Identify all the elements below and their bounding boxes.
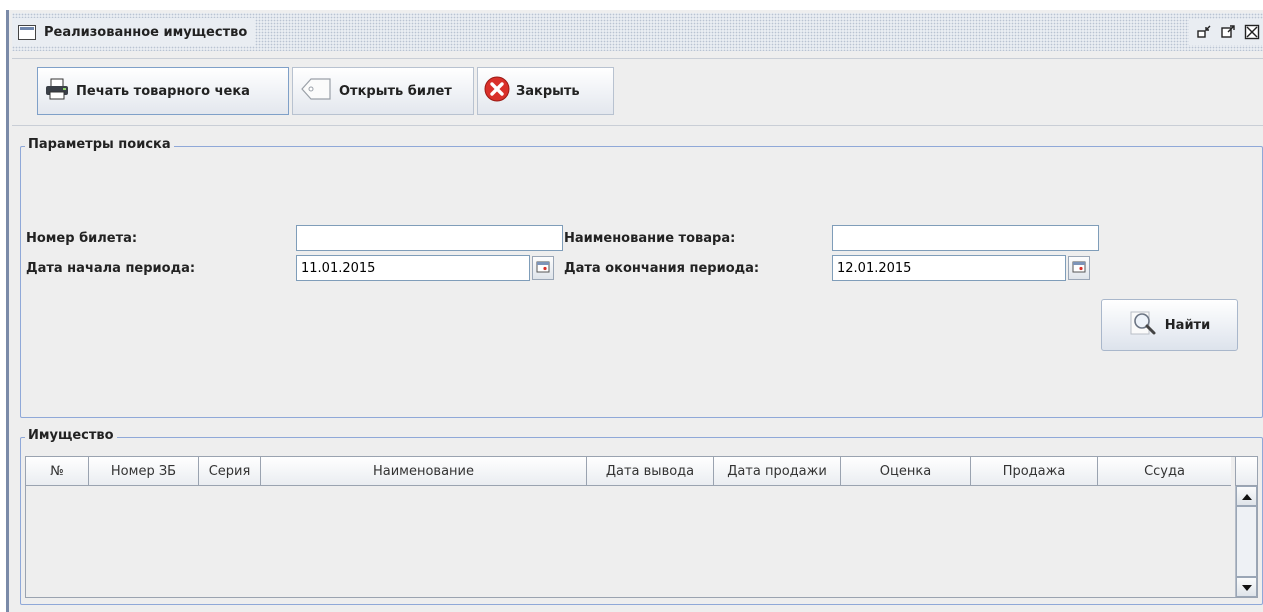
search-parameters-group: Параметры поиска [20, 137, 1263, 418]
scroll-down-button[interactable] [1236, 577, 1257, 597]
arrow-down-icon [1241, 580, 1252, 594]
start-date-field[interactable] [296, 255, 530, 281]
end-date-calendar-button[interactable] [1068, 256, 1090, 280]
start-date-label: Дата начала периода: [26, 261, 196, 276]
window-title: Реализованное имущество [44, 24, 248, 40]
end-date-field[interactable] [832, 255, 1066, 281]
open-ticket-button[interactable]: Открыть билет [292, 67, 474, 115]
find-label: Найти [1164, 317, 1211, 333]
close-button[interactable]: Закрыть [477, 67, 614, 115]
find-button[interactable]: Найти [1101, 299, 1238, 351]
close-icon[interactable] [1243, 23, 1261, 41]
print-receipt-label: Печать товарного чека [76, 83, 250, 99]
minimize-icon[interactable] [1195, 23, 1213, 41]
print-receipt-button[interactable]: Печать товарного чека [37, 67, 289, 115]
maximize-icon[interactable] [1219, 23, 1237, 41]
item-name-label: Наименование товара: [564, 231, 736, 246]
search-group-title: Параметры поиска [25, 137, 174, 152]
column-header-ticket-number[interactable]: Номер ЗБ [89, 457, 199, 485]
calendar-icon [536, 261, 550, 276]
column-header-withdrawal-date[interactable]: Дата вывода [587, 457, 714, 485]
scroll-thumb[interactable] [1236, 506, 1257, 577]
table-header-corner [1235, 457, 1257, 486]
column-header-series[interactable]: Серия [199, 457, 261, 485]
ticket-tag-icon [299, 76, 333, 106]
start-date-calendar-button[interactable] [532, 256, 554, 280]
vertical-scrollbar[interactable] [1235, 486, 1257, 597]
arrow-up-icon [1241, 489, 1252, 503]
column-header-name[interactable]: Наименование [261, 457, 587, 485]
calendar-icon [1072, 261, 1086, 276]
ticket-number-label: Номер билета: [26, 231, 138, 246]
item-name-field[interactable] [832, 225, 1099, 251]
ticket-number-field[interactable] [296, 225, 563, 251]
column-header-number[interactable]: № [26, 457, 89, 485]
property-group-title: Имущество [25, 428, 117, 443]
close-red-icon [484, 76, 510, 106]
end-date-label: Дата окончания периода: [564, 261, 760, 276]
title-bar[interactable]: Реализованное имущество [12, 13, 1263, 51]
magnifier-icon [1129, 309, 1157, 341]
scroll-up-button[interactable] [1236, 486, 1257, 506]
column-header-sale[interactable]: Продажа [971, 457, 1098, 485]
close-label: Закрыть [516, 83, 580, 99]
toolbar: Печать товарного чека Открыть билет Закр… [12, 58, 1263, 126]
table-header: № Номер ЗБ Серия Наименование Дата вывод… [26, 457, 1231, 486]
column-header-sale-date[interactable]: Дата продажи [714, 457, 841, 485]
column-header-loan[interactable]: Ссуда [1098, 457, 1231, 485]
window-controls [1189, 19, 1263, 45]
column-header-valuation[interactable]: Оценка [841, 457, 971, 485]
open-ticket-label: Открыть билет [339, 83, 452, 99]
property-table[interactable]: № Номер ЗБ Серия Наименование Дата вывод… [25, 456, 1258, 598]
printer-icon [44, 77, 70, 105]
title-label-area: Реализованное имущество [12, 18, 256, 46]
internal-window: Реализованное имущество Печать товарного… [6, 10, 1263, 612]
window-icon [18, 24, 36, 40]
